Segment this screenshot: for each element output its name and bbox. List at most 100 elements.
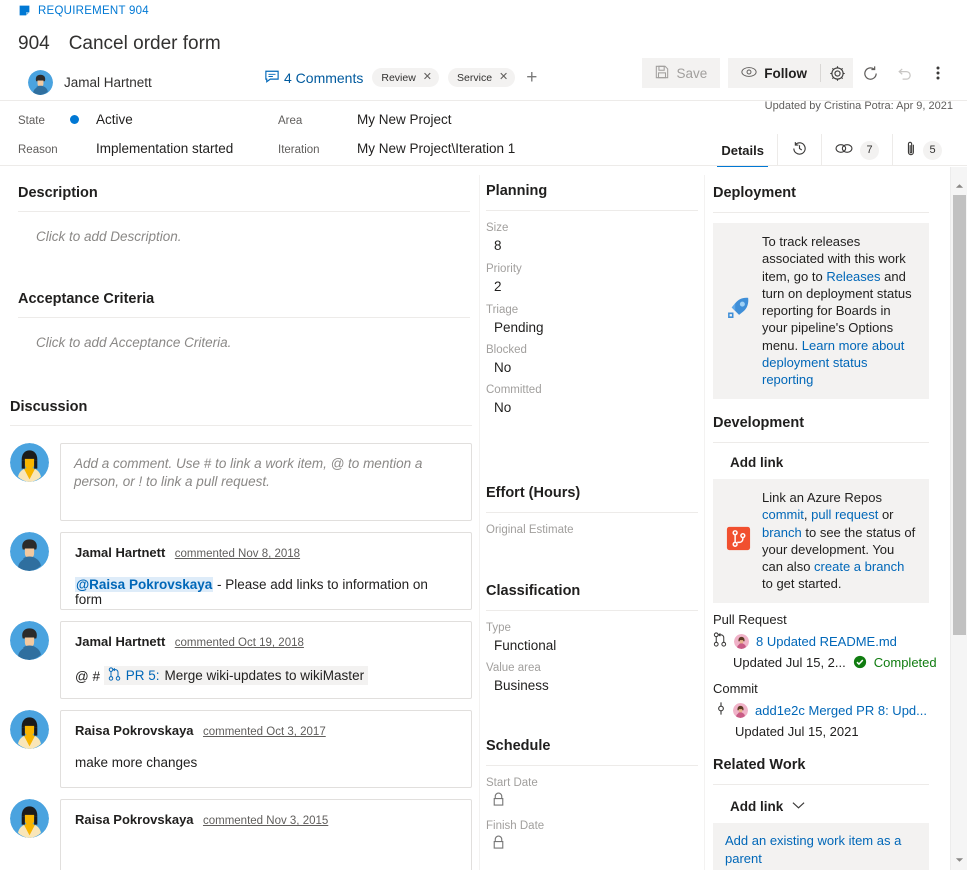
undo-icon[interactable] [887, 58, 921, 88]
comments-count-label: 4 Comments [284, 70, 363, 86]
comment-body[interactable]: Jamal Hartnett commented Oct 19, 2018 @ … [60, 621, 472, 699]
tab-links[interactable]: 7 [821, 134, 892, 166]
pull-request-item[interactable]: 8 Updated README.md [713, 632, 929, 652]
divider [713, 442, 929, 443]
user-mention[interactable]: @Raisa Pokrovskaya [75, 577, 213, 592]
development-heading: Development [713, 415, 929, 431]
scroll-down-icon[interactable] [951, 851, 967, 868]
tab-details[interactable]: Details [708, 134, 777, 166]
comments-count-link[interactable]: 4 Comments [265, 70, 363, 86]
committed-value[interactable]: No [486, 400, 698, 415]
avatar [10, 532, 49, 571]
avatar [10, 710, 49, 749]
committed-label: Committed [486, 384, 698, 396]
comment-item: Raisa Pokrovskaya commented Oct 3, 2017 … [10, 710, 472, 788]
tab-attachments[interactable]: 5 [892, 134, 955, 166]
discussion-heading: Discussion [10, 399, 472, 415]
save-label: Save [676, 66, 707, 81]
iteration-value[interactable]: My New Project\Iteration 1 [357, 141, 515, 156]
comment-icon [265, 70, 279, 86]
commit-updated: Updated Jul 15, 2021 [713, 724, 929, 739]
description-placeholder[interactable]: Click to add Description. [36, 229, 470, 244]
comment-body[interactable]: Jamal Hartnett commented Nov 8, 2018 @Ra… [60, 532, 472, 610]
chevron-down-icon [792, 797, 805, 815]
comment-prefix: @ # [75, 669, 100, 684]
deployment-info-text: To track releases associated with this w… [762, 233, 917, 389]
save-button[interactable]: Save [642, 58, 720, 88]
work-item-id: 904 [18, 33, 50, 55]
more-actions-icon[interactable] [921, 58, 955, 88]
pull-request-link[interactable]: PR 5: Merge wiki-updates to wikiMaster [104, 666, 368, 685]
priority-value[interactable]: 2 [486, 279, 698, 294]
add-parent-link[interactable]: Add an existing work item as a parent [725, 832, 917, 867]
breadcrumb[interactable]: REQUIREMENT 904 [18, 4, 149, 17]
refresh-icon[interactable] [853, 58, 887, 88]
comment-date[interactable]: commented Oct 3, 2017 [203, 726, 326, 738]
detail-tabs: Details 7 5 [708, 134, 955, 166]
scroll-up-icon[interactable] [951, 177, 967, 194]
create-branch-link[interactable]: create a branch [814, 559, 904, 574]
links-icon [835, 142, 853, 158]
follow-button[interactable]: Follow [728, 58, 820, 88]
related-work-add-link-button[interactable]: Add link [730, 797, 929, 815]
divider [486, 610, 698, 611]
divider [10, 425, 472, 426]
acceptance-criteria-heading: Acceptance Criteria [18, 291, 470, 307]
comment-date[interactable]: commented Nov 3, 2015 [203, 815, 328, 827]
comment-item: Raisa Pokrovskaya commented Nov 3, 2015 [10, 799, 472, 870]
close-icon[interactable]: ✕ [423, 72, 432, 83]
size-value[interactable]: 8 [486, 238, 698, 253]
comment-author: Raisa Pokrovskaya [75, 723, 194, 738]
blocked-label: Blocked [486, 344, 698, 356]
reason-value[interactable]: Implementation started [96, 141, 233, 156]
new-comment-placeholder: Add a comment. Use # to link a work item… [74, 455, 458, 491]
comment-body[interactable]: Raisa Pokrovskaya commented Nov 3, 2015 [60, 799, 472, 870]
tag-chip[interactable]: Review ✕ [372, 68, 439, 87]
commit-link[interactable]: commit [762, 507, 804, 522]
divider [486, 512, 698, 513]
development-add-link-button[interactable]: Add link [730, 455, 929, 470]
comment-date[interactable]: commented Oct 19, 2018 [175, 637, 304, 649]
iteration-label: Iteration [278, 144, 320, 156]
assigned-to[interactable]: Jamal Hartnett [28, 70, 152, 95]
dev-text-5: to get started. [762, 576, 842, 591]
commit-item[interactable]: add1e2c Merged PR 8: Upd... [713, 701, 929, 721]
state-value[interactable]: Active [96, 112, 133, 127]
gear-icon[interactable] [821, 58, 853, 88]
pull-request-link[interactable]: pull request [811, 507, 878, 522]
finish-date-label: Finish Date [486, 820, 698, 832]
area-value[interactable]: My New Project [357, 112, 452, 127]
comment-text: @Raisa Pokrovskaya - Please add links to… [75, 577, 457, 607]
priority-label: Priority [486, 263, 698, 275]
dev-text-1: Link an Azure Repos [762, 490, 882, 505]
value-area-value[interactable]: Business [486, 678, 698, 693]
assignee-name: Jamal Hartnett [64, 75, 152, 90]
links-count-badge: 7 [860, 141, 879, 160]
divider [713, 784, 929, 785]
comment-item: Jamal Hartnett commented Oct 19, 2018 @ … [10, 621, 472, 699]
related-work-suggestion-card[interactable]: Add an existing work item as a parent [713, 823, 929, 870]
comment-body[interactable]: Raisa Pokrovskaya commented Oct 3, 2017 … [60, 710, 472, 788]
divider [486, 210, 698, 211]
acceptance-criteria-placeholder[interactable]: Click to add Acceptance Criteria. [36, 335, 470, 350]
releases-link[interactable]: Releases [826, 269, 880, 284]
lock-icon [486, 792, 698, 812]
add-tag-button[interactable]: + [526, 68, 537, 87]
triage-value[interactable]: Pending [486, 320, 698, 335]
type-value[interactable]: Functional [486, 638, 698, 653]
tag-chip[interactable]: Service ✕ [448, 68, 515, 87]
pull-request-group-label: Pull Request [713, 612, 929, 627]
new-comment-input[interactable]: Add a comment. Use # to link a work item… [60, 443, 472, 521]
column-divider [704, 175, 705, 870]
vertical-scrollbar[interactable] [950, 167, 967, 870]
branch-link[interactable]: branch [762, 525, 802, 540]
work-item-title[interactable]: Cancel order form [69, 33, 221, 55]
original-estimate-value[interactable] [486, 540, 698, 557]
blocked-value[interactable]: No [486, 360, 698, 375]
scrollbar-thumb[interactable] [953, 195, 966, 635]
comment-date[interactable]: commented Nov 8, 2018 [175, 548, 300, 560]
state-label: State [18, 115, 45, 127]
tab-history[interactable] [777, 134, 821, 166]
close-icon[interactable]: ✕ [499, 72, 508, 83]
commit-icon [713, 701, 726, 721]
